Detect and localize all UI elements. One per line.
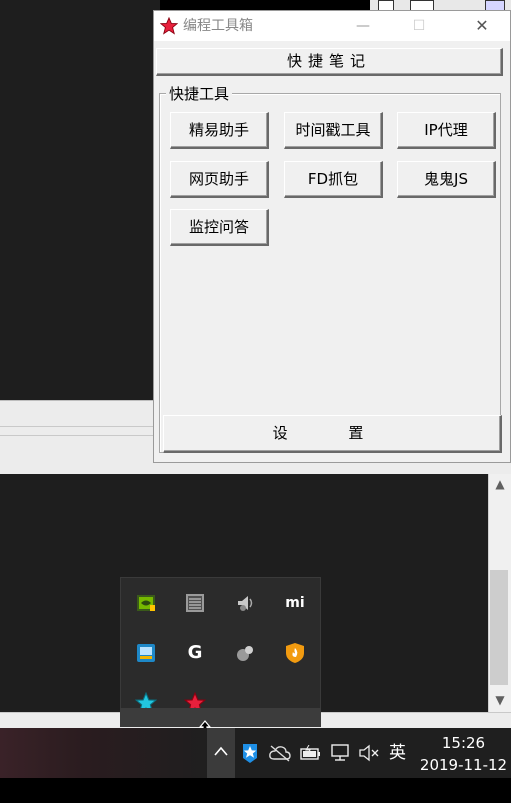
gear-ball-icon[interactable] bbox=[234, 642, 256, 664]
monitor-list-icon[interactable] bbox=[184, 592, 206, 614]
g-logo-icon[interactable]: G bbox=[184, 642, 206, 664]
network-icon[interactable] bbox=[330, 744, 352, 762]
background-toolbar-strip bbox=[370, 0, 511, 11]
chevron-up-icon bbox=[214, 746, 228, 756]
screen-bottom-edge bbox=[0, 778, 511, 803]
blue-app-icon[interactable] bbox=[240, 742, 260, 764]
input-method-indicator[interactable]: 英 bbox=[389, 742, 406, 764]
mi-icon[interactable]: mi bbox=[284, 592, 306, 614]
clock-time: 15:26 bbox=[441, 734, 486, 752]
tray-panel-footer bbox=[120, 708, 321, 727]
taskbar-app-area bbox=[0, 728, 210, 778]
volume-muted-icon[interactable] bbox=[358, 744, 380, 762]
tool-button-guigui-js[interactable]: 鬼鬼JS bbox=[397, 161, 496, 198]
tool-button-fd-capture[interactable]: FD抓包 bbox=[284, 161, 383, 198]
red-star-icon bbox=[160, 17, 178, 35]
divider bbox=[0, 435, 160, 436]
tool-button-web-helper[interactable]: 网页助手 bbox=[170, 161, 269, 198]
speaker-icon[interactable] bbox=[234, 592, 256, 614]
tool-button-jingyi[interactable]: 精易助手 bbox=[170, 112, 269, 149]
background-editor-area bbox=[0, 0, 160, 400]
scroll-thumb[interactable] bbox=[490, 570, 508, 685]
clock[interactable]: 15:26 2019-11-12 bbox=[416, 732, 511, 776]
scroll-up-arrow[interactable]: ▲ bbox=[490, 474, 510, 494]
maximize-button[interactable]: ☐ bbox=[396, 11, 442, 41]
tool-button-timestamp[interactable]: 时间戳工具 bbox=[284, 112, 383, 149]
cloud-offline-icon[interactable] bbox=[268, 744, 292, 762]
clock-date: 2019-11-12 bbox=[419, 756, 508, 774]
scroll-down-arrow[interactable]: ▼ bbox=[490, 690, 510, 710]
show-hidden-icons-button[interactable] bbox=[207, 728, 235, 778]
tool-button-monitor-qa[interactable]: 监控问答 bbox=[170, 209, 269, 246]
divider bbox=[0, 426, 160, 427]
toolbox-window: 编程工具箱 — ☐ ✕ 快捷笔记 快捷工具 精易助手 时间戳工具 IP代理 网页… bbox=[153, 10, 511, 463]
nvidia-icon[interactable] bbox=[135, 592, 157, 614]
quick-notes-button[interactable]: 快捷笔记 bbox=[156, 48, 503, 76]
settings-button[interactable]: 设 置 bbox=[163, 415, 502, 453]
minimize-button[interactable]: — bbox=[340, 11, 386, 41]
tool-button-ip-proxy[interactable]: IP代理 bbox=[397, 112, 496, 149]
window-title: 编程工具箱 bbox=[183, 18, 253, 34]
battery-icon[interactable] bbox=[300, 745, 322, 761]
quick-tools-label: 快捷工具 bbox=[166, 86, 233, 103]
shield-flame-icon[interactable] bbox=[284, 642, 306, 664]
close-button[interactable]: ✕ bbox=[459, 11, 505, 41]
tray-overflow-panel: mi G bbox=[120, 577, 321, 727]
title-bar[interactable]: 编程工具箱 — ☐ ✕ bbox=[154, 11, 510, 41]
network-config-icon[interactable] bbox=[135, 642, 157, 664]
